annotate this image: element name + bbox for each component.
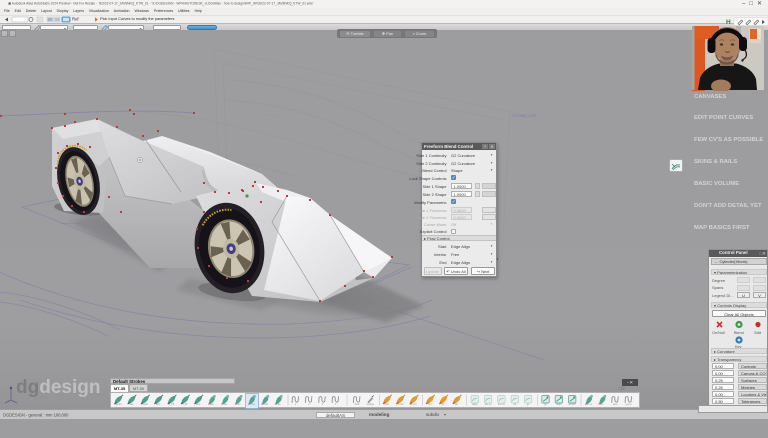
svg-text:Canvas_L#1: Canvas_L#1 bbox=[512, 113, 537, 118]
svg-text:Edit: Edit bbox=[755, 331, 762, 335]
svg-text:Blend: Blend bbox=[734, 331, 744, 335]
svg-text:On/Null: On/Null bbox=[712, 331, 725, 335]
